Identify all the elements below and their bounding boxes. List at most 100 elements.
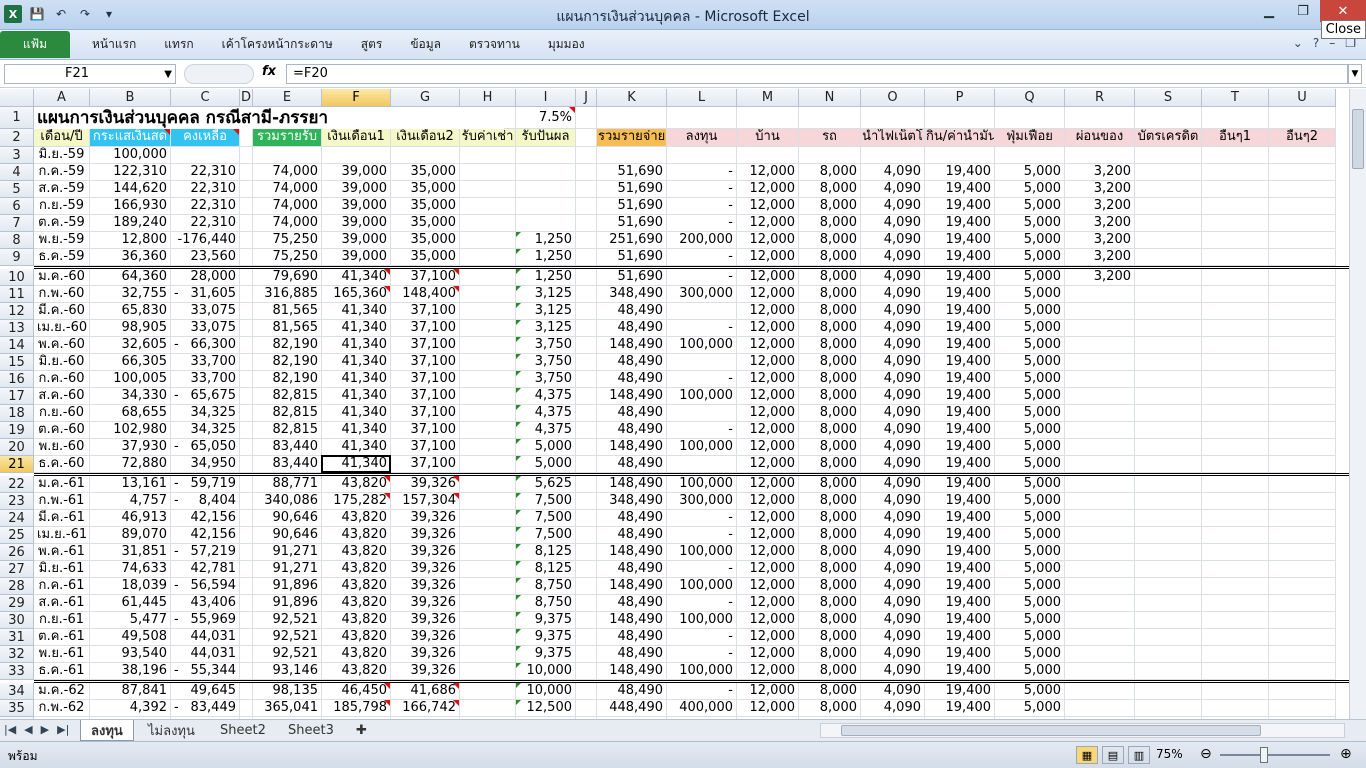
grid-cell[interactable]: [460, 561, 516, 578]
grid-cell[interactable]: [1202, 683, 1269, 700]
grid-cell[interactable]: [1202, 303, 1269, 320]
value-cell[interactable]: 8,125: [516, 544, 576, 561]
grid-cell[interactable]: [1202, 405, 1269, 422]
grid-cell[interactable]: [240, 612, 253, 629]
value-cell[interactable]: 3,200: [1065, 249, 1135, 266]
grid-cell[interactable]: [1202, 107, 1269, 129]
grid-cell[interactable]: [576, 646, 597, 663]
grid-cell[interactable]: [1135, 700, 1202, 717]
grid-cell[interactable]: [1202, 249, 1269, 266]
month-cell[interactable]: พ.ย.-59: [34, 232, 90, 249]
grid-cell[interactable]: [737, 147, 799, 164]
value-cell[interactable]: 12,000: [737, 371, 799, 388]
row-header[interactable]: 27: [0, 561, 34, 578]
grid-cell[interactable]: [1202, 181, 1269, 198]
value-cell[interactable]: 1,250: [516, 249, 576, 266]
value-cell[interactable]: 1,250: [516, 269, 576, 286]
value-cell[interactable]: 39,326: [391, 629, 460, 646]
value-cell[interactable]: 37,100: [391, 456, 460, 473]
value-cell[interactable]: 4,090: [861, 683, 925, 700]
value-cell[interactable]: 39,326: [391, 646, 460, 663]
month-cell[interactable]: ม.ค.-61: [34, 476, 90, 493]
grid-cell[interactable]: [1269, 269, 1336, 286]
grid-cell[interactable]: [576, 354, 597, 371]
value-cell[interactable]: 34,330: [90, 388, 171, 405]
grid-cell[interactable]: [1269, 147, 1336, 164]
month-cell[interactable]: มี.ค.-61: [34, 510, 90, 527]
grid-cell[interactable]: [460, 456, 516, 473]
grid-cell[interactable]: [1065, 493, 1135, 510]
grid-cell[interactable]: [240, 354, 253, 371]
value-cell[interactable]: 41,340: [322, 337, 391, 354]
value-cell[interactable]: 41,340: [322, 303, 391, 320]
grid-cell[interactable]: [576, 578, 597, 595]
grid-cell[interactable]: [1135, 198, 1202, 215]
row-header[interactable]: 6: [0, 198, 34, 215]
grid-cell[interactable]: [460, 249, 516, 266]
value-cell[interactable]: 5,000: [995, 595, 1065, 612]
value-cell[interactable]: 148,490: [597, 578, 667, 595]
grid-cell[interactable]: [1135, 612, 1202, 629]
grid-cell[interactable]: [460, 510, 516, 527]
grid-cell[interactable]: [1269, 371, 1336, 388]
grid-cell[interactable]: [460, 544, 516, 561]
grid-cell[interactable]: [1135, 181, 1202, 198]
value-cell[interactable]: 22,310: [171, 181, 240, 198]
value-cell[interactable]: 4,375: [516, 405, 576, 422]
value-cell[interactable]: 39,326: [391, 544, 460, 561]
value-cell[interactable]: 41,340: [322, 456, 391, 473]
grid-cell[interactable]: [460, 303, 516, 320]
grid-cell[interactable]: [576, 456, 597, 473]
value-cell[interactable]: 19,400: [925, 476, 995, 493]
row-header[interactable]: 29: [0, 595, 34, 612]
value-cell[interactable]: 12,000: [737, 337, 799, 354]
value-cell[interactable]: 83,440: [253, 439, 322, 456]
value-cell[interactable]: 19,400: [925, 405, 995, 422]
value-cell[interactable]: 37,930: [90, 439, 171, 456]
value-cell[interactable]: 33,700: [171, 354, 240, 371]
value-cell[interactable]: -56,594: [171, 578, 240, 595]
grid-cell[interactable]: [516, 181, 576, 198]
grid-cell[interactable]: [240, 476, 253, 493]
worksheet-grid[interactable]: A B C D E F G H I J K L M N O P Q R S T U 1 2 3 4 5 6 7 8 9 10 11 12 13 14…: [0, 89, 1366, 719]
grid-cell[interactable]: [576, 198, 597, 215]
grid-cell[interactable]: [1269, 646, 1336, 663]
grid-cell[interactable]: [240, 129, 253, 147]
value-cell[interactable]: 19,400: [925, 683, 995, 700]
value-cell[interactable]: 41,686: [391, 683, 460, 700]
value-cell[interactable]: 90,646: [253, 527, 322, 544]
value-cell[interactable]: 3,750: [516, 371, 576, 388]
value-cell[interactable]: 19,400: [925, 198, 995, 215]
value-cell[interactable]: 37,100: [391, 388, 460, 405]
value-cell[interactable]: -83,449: [171, 700, 240, 717]
value-cell[interactable]: 12,000: [737, 249, 799, 266]
value-cell[interactable]: 8,000: [799, 181, 861, 198]
grid-cell[interactable]: [240, 405, 253, 422]
column-header-t[interactable]: T: [1202, 89, 1269, 107]
grid-cell[interactable]: [1202, 320, 1269, 337]
grid-cell[interactable]: [667, 303, 737, 320]
value-cell[interactable]: 35,000: [391, 181, 460, 198]
value-cell[interactable]: 8,000: [799, 337, 861, 354]
grid-cell[interactable]: [1202, 198, 1269, 215]
grid-cell[interactable]: [460, 683, 516, 700]
grid-cell[interactable]: [576, 439, 597, 456]
row-header[interactable]: 3: [0, 147, 34, 164]
grid-cell[interactable]: [1065, 107, 1135, 129]
value-cell[interactable]: 19,400: [925, 371, 995, 388]
month-cell[interactable]: พ.ย.-60: [34, 439, 90, 456]
value-cell[interactable]: 12,000: [737, 286, 799, 303]
row-header[interactable]: 30: [0, 612, 34, 629]
value-cell[interactable]: 7,500: [516, 510, 576, 527]
value-cell[interactable]: 46,450: [322, 683, 391, 700]
value-cell[interactable]: 31,851: [90, 544, 171, 561]
grid-cell[interactable]: [1135, 320, 1202, 337]
zoom-out-icon[interactable]: ⊖: [1200, 746, 1212, 762]
value-cell[interactable]: 3,200: [1065, 198, 1135, 215]
value-cell[interactable]: 48,490: [597, 354, 667, 371]
value-cell[interactable]: -31,605: [171, 286, 240, 303]
grid-cell[interactable]: [1202, 561, 1269, 578]
value-cell[interactable]: 8,750: [516, 595, 576, 612]
grid-cell[interactable]: [995, 147, 1065, 164]
value-cell[interactable]: 12,000: [737, 663, 799, 680]
